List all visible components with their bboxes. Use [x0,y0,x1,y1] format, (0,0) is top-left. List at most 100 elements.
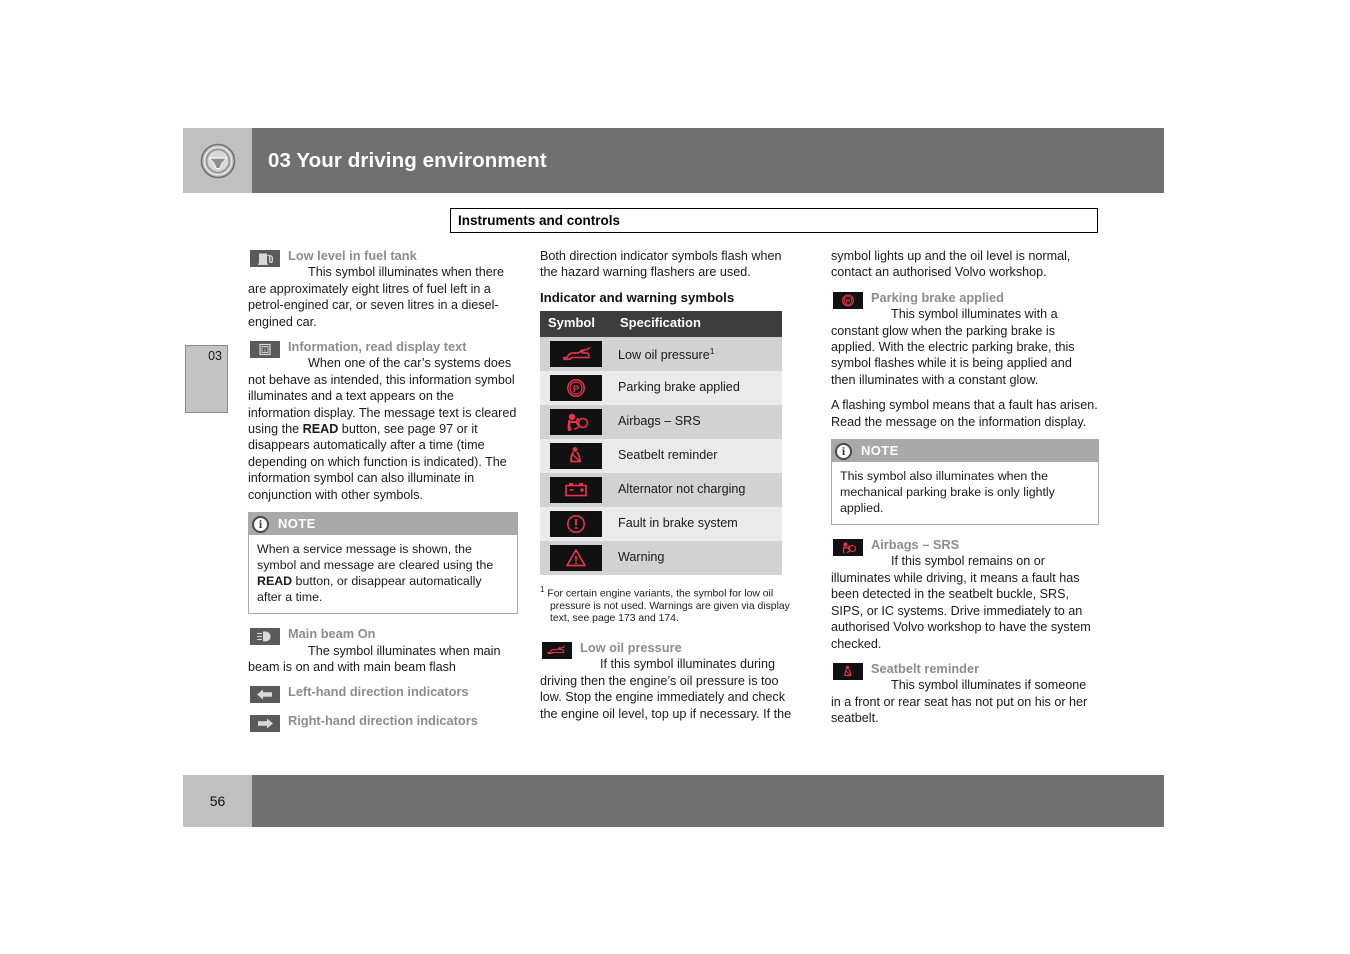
section-title: Instruments and controls [450,208,1098,233]
brake-fault-icon [550,510,602,537]
page-header: 03 Your driving environment [183,128,1164,193]
arrow-right-icon [250,715,280,733]
left-indicator-heading: Left-hand direction indicators [288,684,469,700]
note-header: i NOTE [832,440,1098,463]
flashing-symbol-text: A flashing symbol means that a fault has… [831,398,1098,429]
header-title-bar: 03 Your driving environment [252,128,1164,193]
table-cell-label: Warning [612,540,782,575]
table-row: Seatbelt reminder [540,438,782,473]
seatbelt-reminder-block: Seatbelt reminder This symbol illuminate… [831,661,1099,727]
left-indicator-block: Left-hand direction indicators [248,684,518,704]
note-bold-read: READ [257,574,293,589]
table-cell-symbol [540,404,612,439]
oil-can-icon [550,340,602,367]
header-chapter-tab [183,128,252,193]
main-beam-body: The symbol illuminates when main beam is… [248,643,501,674]
note-title: NOTE [861,442,899,458]
low-oil-pressure-block: Low oil pressure If this symbol illumina… [540,640,802,722]
warning-triangle-icon [550,544,602,571]
footnote-marker: 1 [709,346,715,357]
main-beam-icon [250,628,280,646]
table-row: Alternator not charging [540,472,782,507]
row-label: Parking brake applied [618,380,740,395]
main-beam-block: Main beam On The symbol illuminates when… [248,626,518,675]
parking-brake-icon: P [550,374,602,401]
low-oil-pressure-body: If this symbol illuminates during drivin… [540,657,792,721]
parking-brake-block: P Parking brake applied This symbol illu… [831,290,1099,388]
table-cell-symbol [540,540,612,575]
right-indicator-block: Right-hand direction indicators [248,713,518,733]
parking-brake-heading: Parking brake applied [871,289,1004,305]
parking-brake-body: This symbol illuminates with a constant … [831,307,1075,387]
table-row: Low oil pressure1 [540,336,782,371]
note-title: NOTE [278,515,316,531]
fuel-level-body: This symbol illuminates when there are a… [248,265,504,329]
information-heading: Information, read display text [288,339,467,355]
right-indicator-heading: Right-hand direction indicators [288,713,478,729]
table-cell-label: Airbags – SRS [612,404,782,439]
airbag-srs-icon [833,539,863,557]
row-label: Fault in brake system [618,516,738,531]
information-block: i Information, read display text When on… [248,339,518,503]
note-header: i NOTE [249,513,517,536]
row-label: Low oil pressure [618,348,710,363]
hazard-intro-text: Both direction indicator symbols flash w… [540,249,782,280]
seatbelt-reminder-heading: Seatbelt reminder [871,660,980,676]
column-two: Both direction indicator symbols flash w… [540,248,802,731]
note-box-column-three: i NOTE This symbol also illuminates when… [831,439,1099,526]
indicator-symbols-table: Symbol Specification Low oil pressure1 P… [540,311,782,575]
footer-bar [252,775,1164,827]
information-icon: i [250,341,280,359]
low-oil-pressure-heading: Low oil pressure [580,639,682,655]
svg-text:i: i [264,346,266,354]
row-label: Airbags – SRS [618,414,701,429]
note-body: This symbol also illuminates when the me… [840,469,1055,516]
table-footnote: 1 For certain engine variants, the symbo… [540,584,802,626]
symbols-table-title: Indicator and warning symbols [540,289,735,305]
table-header-specification: Specification [612,311,782,337]
table-row: Fault in brake system [540,506,782,541]
table-header-row: Symbol Specification [540,311,782,337]
section-title-label: Instruments and controls [458,213,621,228]
steering-wheel-icon [200,143,236,179]
table-header-symbol: Symbol [540,311,612,337]
row-label: Seatbelt reminder [618,448,718,463]
page-footer: 56 [183,775,1164,827]
fuel-level-block: Low level in fuel tank This symbol illum… [248,248,518,330]
column-three: symbol lights up and the oil level is no… [831,248,1099,736]
table-row: Airbags – SRS [540,404,782,439]
row-label: Alternator not charging [618,482,746,497]
note-box-column-one: i NOTE When a service message is shown, … [248,512,518,615]
seatbelt-icon [833,662,863,680]
seatbelt-icon [550,442,602,469]
table-cell-symbol [540,472,612,507]
page-number: 56 [209,793,226,809]
table-cell-symbol [540,438,612,473]
table-cell-symbol [540,336,612,371]
column-one: Low level in fuel tank This symbol illum… [248,248,518,742]
oil-can-icon [542,641,572,659]
footnote-number: 1 [540,584,545,594]
table-cell-label: Seatbelt reminder [612,438,782,473]
footnote-text: For certain engine variants, the symbol … [547,588,790,625]
page-title: 03 Your driving environment [268,148,547,172]
airbags-srs-heading: Airbags – SRS [871,537,960,553]
table-cell-label: Parking brake applied [612,370,782,405]
battery-icon [550,476,602,503]
table-cell-label: Low oil pressure1 [612,336,782,371]
table-row: Warning [540,540,782,575]
note-body: When a service message is shown, the sym… [249,535,517,613]
main-beam-heading: Main beam On [288,626,376,642]
info-circle-icon: i [835,442,852,460]
note-body-1: When a service message is shown, the sym… [257,542,494,573]
table-row: P Parking brake applied [540,370,782,405]
manual-page: 03 Your driving environment Instruments … [0,0,1350,954]
svg-text:P: P [573,384,580,395]
svg-text:P: P [846,298,850,305]
row-label: Warning [618,550,665,565]
info-circle-icon: i [252,515,269,533]
footer-page-tab: 56 [183,775,252,827]
arrow-left-icon [250,686,280,704]
parking-brake-icon: P [833,291,863,309]
table-cell-label: Alternator not charging [612,472,782,507]
